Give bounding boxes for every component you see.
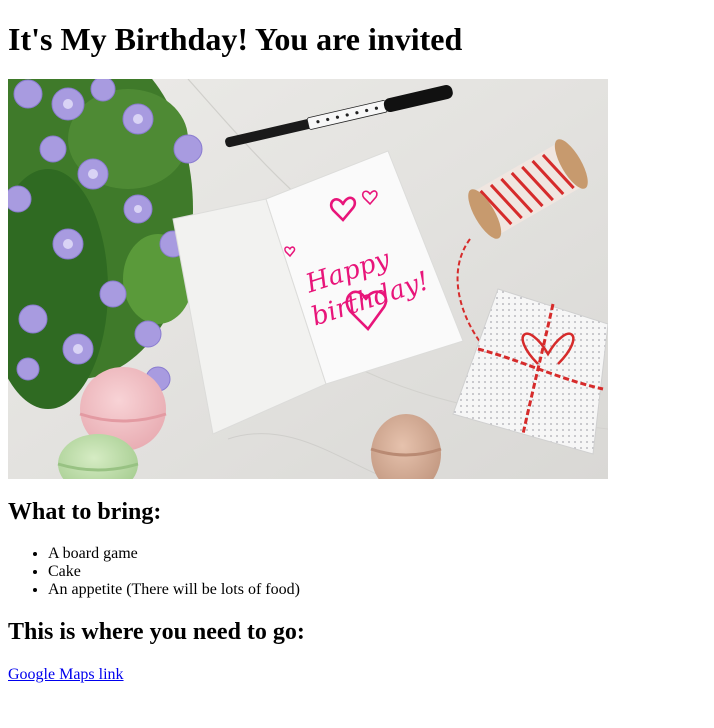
bring-list: A board game Cake An appetite (There wil… xyxy=(8,545,706,599)
location-paragraph: Google Maps link xyxy=(8,666,706,684)
list-item: A board game xyxy=(48,545,706,563)
page-body: It's My Birthday! You are invited Happy … xyxy=(0,21,714,684)
location-heading: This is where you need to go: xyxy=(8,619,305,646)
birthday-hero-image: Happy birthday! xyxy=(8,78,608,479)
google-maps-link[interactable]: Google Maps link xyxy=(8,666,124,683)
bring-heading: What to bring: xyxy=(8,498,162,525)
page-title: It's My Birthday! You are invited xyxy=(8,21,463,57)
list-item: Cake xyxy=(48,563,706,581)
list-item: An appetite (There will be lots of food) xyxy=(48,581,706,599)
